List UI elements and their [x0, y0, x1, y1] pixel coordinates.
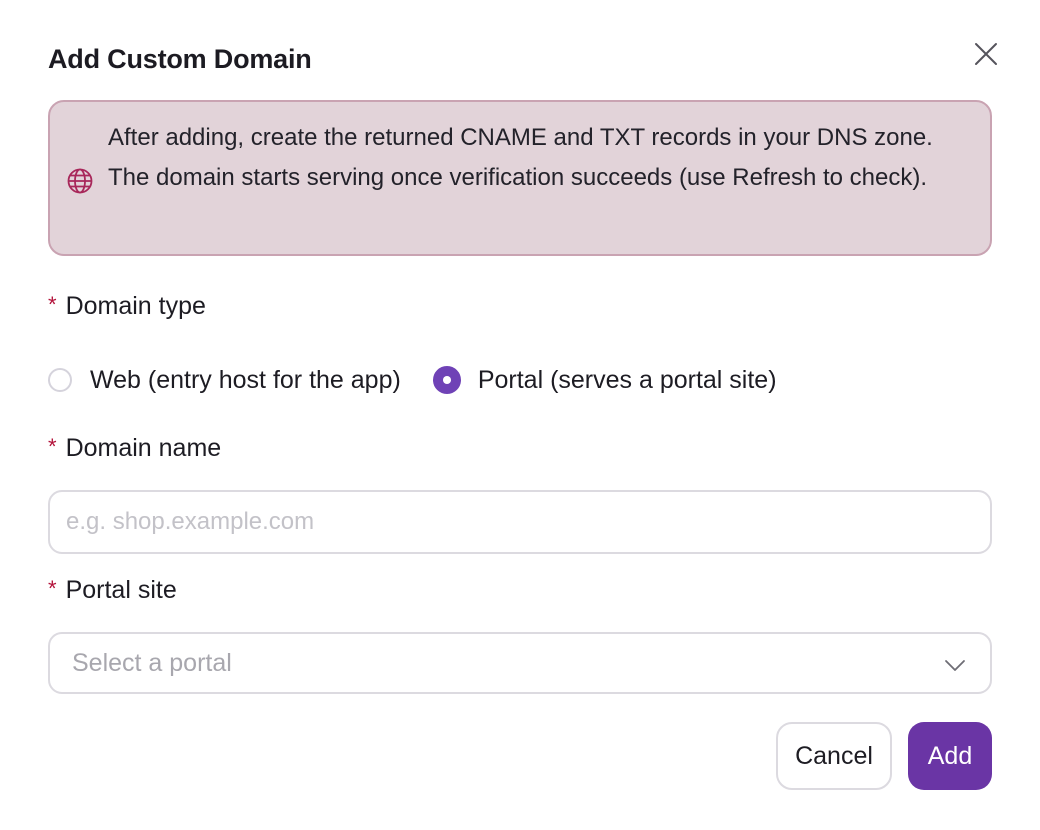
- required-mark: *: [48, 291, 57, 317]
- portal-select-placeholder: Select a portal: [72, 649, 232, 677]
- required-mark: *: [48, 575, 57, 601]
- portal-site-label: * Portal site: [48, 576, 177, 605]
- portal-site-label-text: Portal site: [65, 576, 177, 604]
- chevron-down-icon: [945, 660, 965, 671]
- radio-web[interactable]: [48, 368, 72, 392]
- cancel-button[interactable]: Cancel: [776, 722, 892, 790]
- close-button[interactable]: [968, 36, 1004, 72]
- domain-type-label-text: Domain type: [65, 292, 206, 320]
- close-icon: [975, 43, 997, 65]
- required-mark: *: [48, 433, 57, 459]
- domain-type-label: * Domain type: [48, 292, 206, 321]
- add-custom-domain-dialog: Add Custom Domain After adding, create t…: [0, 0, 1040, 830]
- radio-portal[interactable]: [432, 366, 461, 394]
- radio-portal-label[interactable]: Portal (serves a portal site): [478, 366, 777, 395]
- notice-text: After adding, create the returned CNAME …: [108, 124, 933, 191]
- add-button[interactable]: Add: [908, 722, 992, 790]
- domain-name-input[interactable]: [48, 490, 992, 554]
- globe-icon: [67, 168, 93, 194]
- domain-type-radio-group: Web (entry host for the app) Portal (ser…: [48, 362, 809, 398]
- dialog-title: Add Custom Domain: [48, 44, 312, 74]
- domain-name-label-text: Domain name: [65, 434, 222, 462]
- radio-option-portal[interactable]: Portal (serves a portal site): [432, 366, 777, 395]
- domain-name-label: * Domain name: [48, 434, 221, 463]
- portal-site-select[interactable]: Select a portal: [48, 632, 992, 694]
- radio-option-web[interactable]: Web (entry host for the app): [48, 366, 401, 395]
- dns-notice-banner: After adding, create the returned CNAME …: [48, 100, 992, 256]
- radio-web-label[interactable]: Web (entry host for the app): [90, 366, 401, 395]
